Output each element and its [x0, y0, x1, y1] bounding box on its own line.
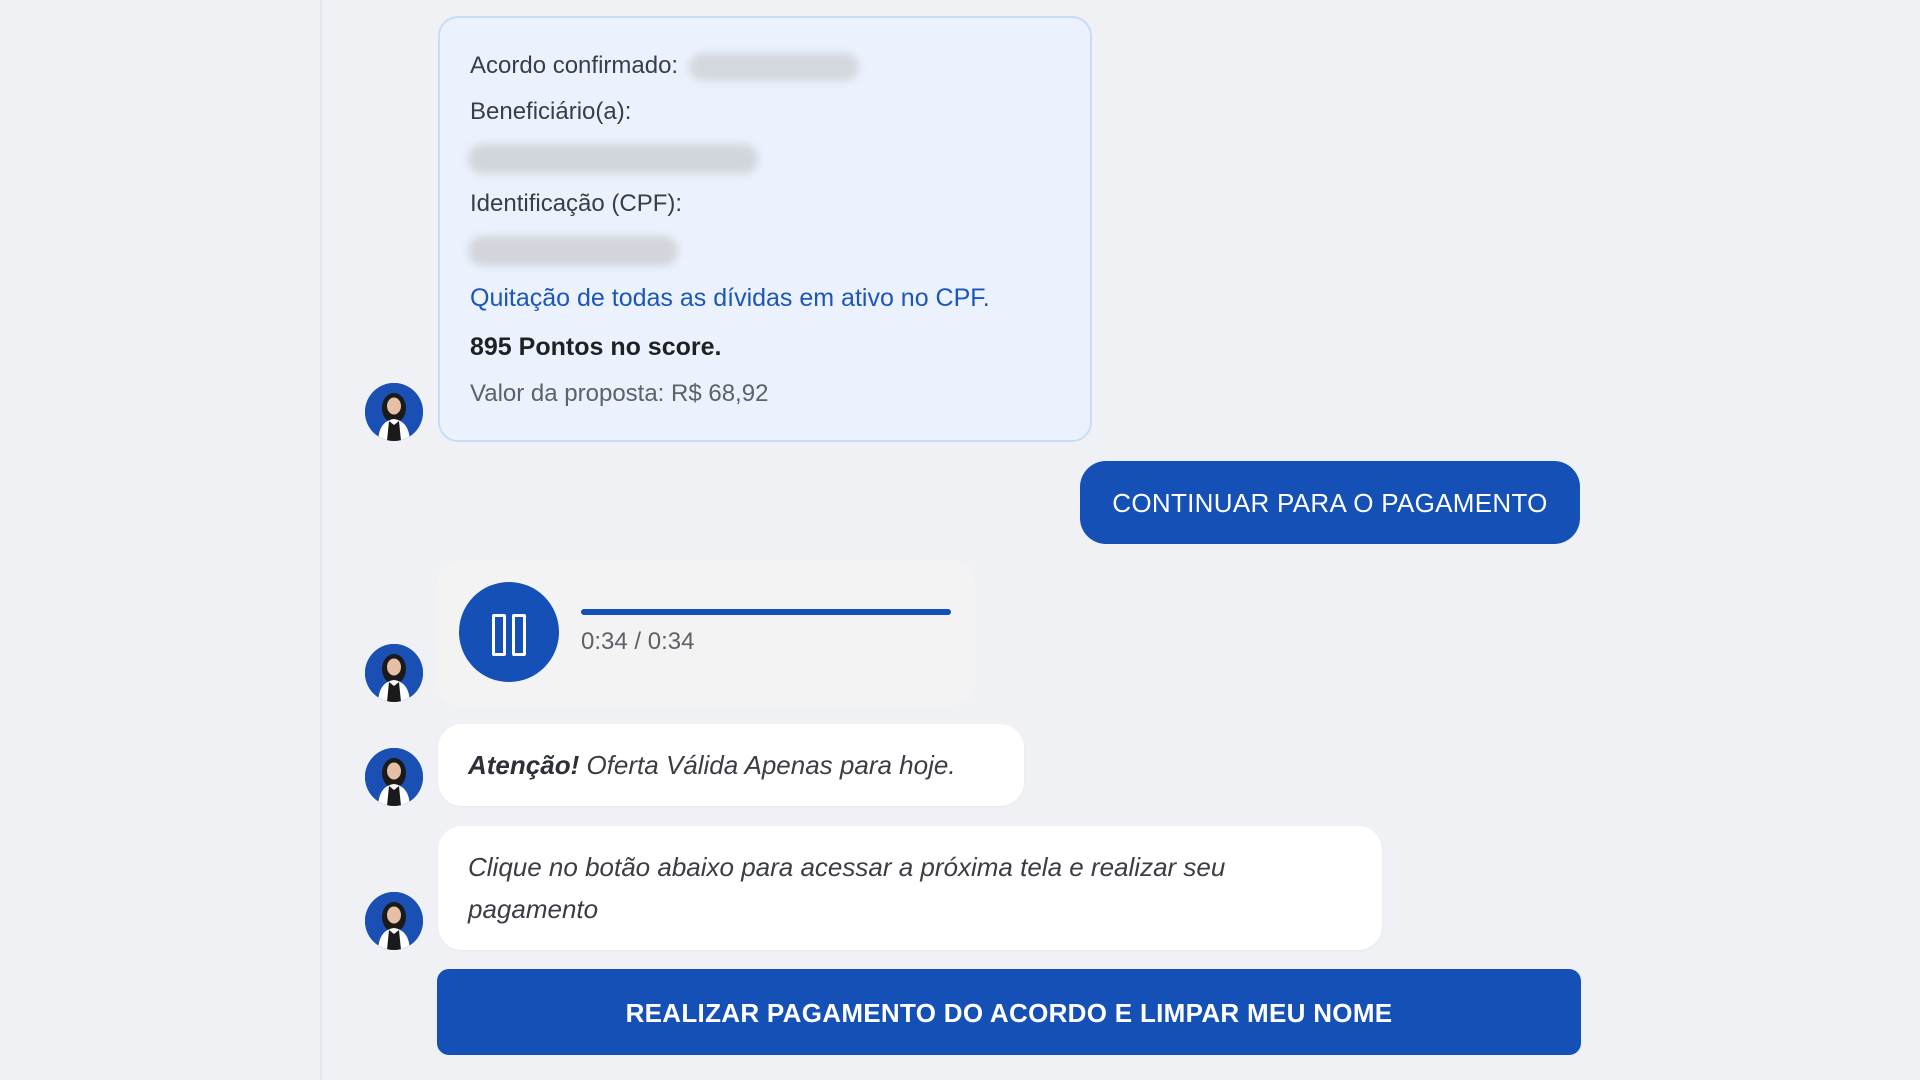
pause-icon — [512, 614, 526, 656]
agent-avatar — [365, 383, 423, 441]
agreement-number-redacted — [688, 52, 859, 81]
person-icon — [365, 892, 423, 950]
proposal-value-text: Valor da proposta: R$ 68,92 — [470, 380, 769, 407]
person-icon — [365, 748, 423, 806]
beneficiary-label: Beneficiário(a): — [470, 98, 632, 125]
person-icon — [365, 383, 423, 441]
attention-text: Oferta Válida Apenas para hoje. — [586, 750, 956, 780]
chat-page: Acordo confirmado: Beneficiário(a): Iden… — [0, 0, 1920, 1080]
sidebar-divider — [320, 0, 322, 1080]
pay-agreement-button[interactable]: REALIZAR PAGAMENTO DO ACORDO E LIMPAR ME… — [437, 969, 1581, 1055]
continue-to-payment-button[interactable]: CONTINUAR PARA O PAGAMENTO — [1080, 461, 1580, 544]
audio-pause-button[interactable] — [459, 582, 559, 682]
cpf-label: Identificação (CPF): — [470, 190, 683, 217]
attention-prefix: Atenção! — [468, 750, 580, 780]
person-icon — [365, 644, 423, 702]
pause-icon — [492, 614, 506, 656]
audio-message: 0:34 / 0:34 — [437, 560, 975, 706]
agent-avatar — [365, 644, 423, 702]
agent-avatar — [365, 748, 423, 806]
audio-time-display: 0:34 / 0:34 — [581, 628, 695, 655]
attention-message: Atenção! Oferta Válida Apenas para hoje. — [438, 724, 1024, 806]
agreement-card: Acordo confirmado: Beneficiário(a): Iden… — [438, 16, 1092, 442]
audio-progress-bar[interactable] — [581, 609, 951, 615]
agreement-confirmed-label: Acordo confirmado: — [470, 52, 679, 79]
agent-avatar — [365, 892, 423, 950]
beneficiary-name-redacted — [468, 144, 758, 174]
cpf-value-redacted — [468, 236, 678, 266]
instruction-message: Clique no botão abaixo para acessar a pr… — [438, 826, 1382, 950]
score-points-text: 895 Pontos no score. — [470, 333, 722, 361]
agreement-confirmed-row: Acordo confirmado: — [470, 52, 859, 81]
audio-progress-fill — [581, 609, 951, 615]
debt-settlement-text: Quitação de todas as dívidas em ativo no… — [470, 284, 990, 312]
